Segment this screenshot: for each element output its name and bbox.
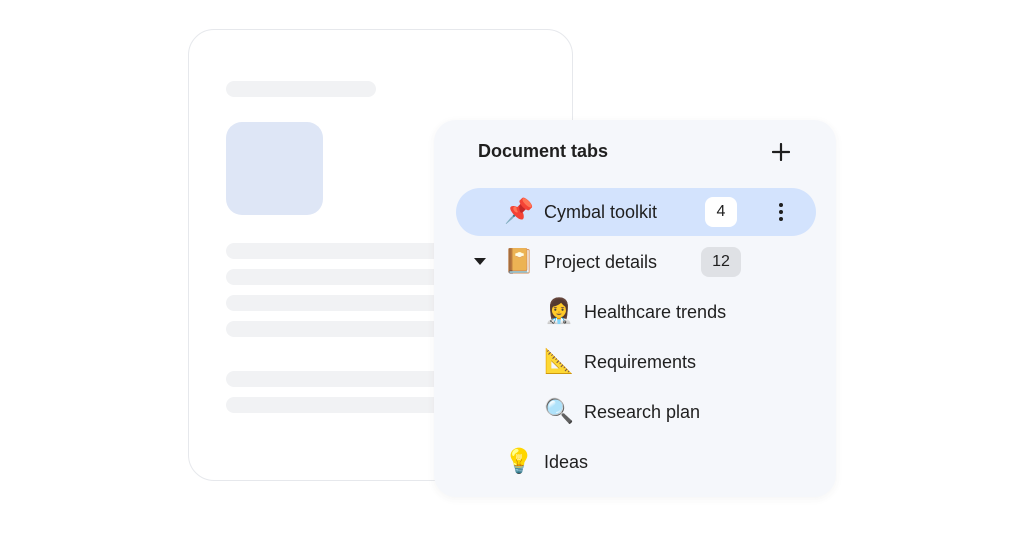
tab-label: Healthcare trends: [584, 302, 727, 322]
tab-cymbal-toolkit[interactable]: 📌 Cymbal toolkit 4: [456, 188, 816, 236]
title-placeholder: [226, 81, 376, 97]
tab-project-details[interactable]: 📔 Project details 12: [456, 238, 816, 286]
tab-label: Ideas: [544, 452, 589, 472]
pushpin-icon: 📌: [504, 198, 534, 225]
notebook-icon: 📔: [504, 248, 534, 275]
tab-healthcare-trends[interactable]: 👩‍⚕️ Healthcare trends: [456, 288, 816, 336]
illustration: Document tabs 📌 Cymbal toolkit 4 📔 Proje…: [0, 0, 1024, 536]
health-worker-icon: 👩‍⚕️: [544, 298, 574, 325]
tab-research-plan[interactable]: 🔍 Research plan: [456, 388, 816, 436]
plus-icon: [772, 143, 790, 161]
tab-count-badge: 4: [705, 197, 737, 227]
panel-title: Document tabs: [478, 141, 609, 161]
tab-ideas[interactable]: 💡 Ideas: [456, 438, 816, 486]
tab-label: Research plan: [584, 402, 701, 422]
magnifying-glass-icon: 🔍: [544, 398, 574, 425]
more-options-icon[interactable]: [771, 197, 791, 227]
image-placeholder: [226, 122, 323, 215]
triangular-ruler-icon: 📐: [544, 348, 574, 375]
tab-count-badge: 12: [701, 247, 741, 277]
caret-down-icon[interactable]: [470, 252, 490, 272]
add-tab-button[interactable]: [767, 138, 795, 166]
document-tabs-panel: Document tabs 📌 Cymbal toolkit 4 📔 Proje…: [434, 120, 836, 497]
tab-label: Requirements: [584, 352, 697, 372]
tab-label: Cymbal toolkit: [544, 202, 658, 222]
tab-label: Project details: [544, 252, 658, 272]
light-bulb-icon: 💡: [504, 448, 534, 475]
tab-requirements[interactable]: 📐 Requirements: [456, 338, 816, 386]
